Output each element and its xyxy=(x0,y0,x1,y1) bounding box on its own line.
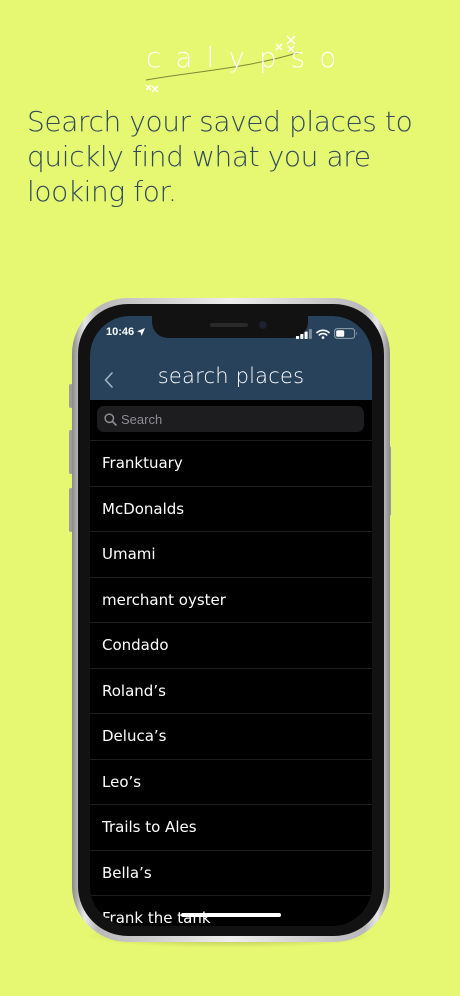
list-item[interactable]: Leo’s xyxy=(90,758,372,805)
notch-camera xyxy=(259,321,267,329)
list-item[interactable]: Deluca’s xyxy=(90,713,372,759)
phone-screen: 10:46 search places Search Franktuary Mc… xyxy=(90,316,372,926)
places-list: Franktuary McDonalds Umami merchant oyst… xyxy=(90,440,372,926)
battery-icon xyxy=(334,328,357,339)
wifi-icon xyxy=(316,329,330,339)
marketing-headline: Search your saved places to quickly find… xyxy=(27,105,413,208)
list-item[interactable]: Bella’s xyxy=(90,849,372,896)
notch-speaker xyxy=(210,323,248,327)
list-item[interactable]: Franktuary xyxy=(90,440,372,486)
list-item[interactable]: Roland’s xyxy=(90,667,372,714)
home-indicator[interactable] xyxy=(181,913,281,917)
status-bar-time: 10:46 xyxy=(106,326,146,338)
calypso-logo: calypso xyxy=(140,30,336,100)
search-icon xyxy=(103,412,117,426)
location-arrow-icon xyxy=(137,328,146,336)
list-item[interactable]: Umami xyxy=(90,531,372,577)
list-item[interactable]: McDonalds xyxy=(90,485,372,532)
search-bar[interactable] xyxy=(97,406,364,432)
navigation-bar: 10:46 search places xyxy=(90,316,372,400)
list-item[interactable]: Frank the tank xyxy=(90,895,372,926)
page-title: search places xyxy=(157,364,305,388)
list-item[interactable]: Trails to Ales xyxy=(90,804,372,850)
status-time-text: 10:46 xyxy=(106,326,135,338)
list-item[interactable]: merchant oyster xyxy=(90,576,372,623)
list-item[interactable]: Condado xyxy=(90,622,372,668)
logo-wordmark: calypso xyxy=(146,41,351,74)
status-bar-indicators xyxy=(296,328,358,339)
search-input[interactable] xyxy=(121,411,364,427)
cellular-signal-icon xyxy=(296,328,312,339)
phone-notch xyxy=(152,316,308,338)
